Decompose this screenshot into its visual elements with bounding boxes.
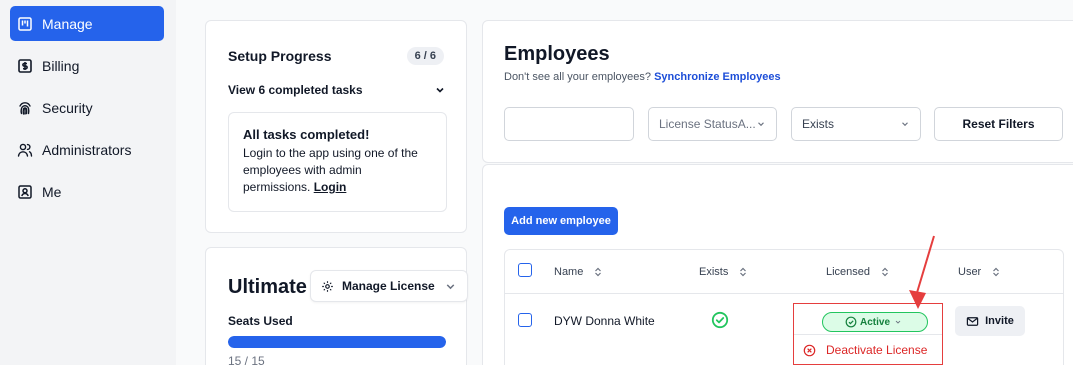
- setup-progress-title: Setup Progress: [228, 48, 332, 64]
- exists-filter[interactable]: Exists: [791, 107, 921, 141]
- gear-icon: [322, 280, 333, 292]
- annotation-highlight-box: [793, 303, 943, 365]
- table-divider: [505, 293, 1063, 294]
- select-all-checkbox[interactable]: [518, 263, 532, 277]
- employees-table-card: Add new employee Name Exists Licensed Us…: [482, 164, 1073, 365]
- license-status-filter[interactable]: License StatusA...: [648, 107, 777, 141]
- exists-filter-value: Exists: [802, 117, 835, 131]
- sidebar-item-manage[interactable]: Manage: [10, 6, 164, 41]
- row-select-checkbox[interactable]: [518, 313, 532, 327]
- chevron-down-icon: [758, 122, 764, 127]
- sidebar-item-label: Administrators: [42, 141, 132, 158]
- chevron-down-icon: [446, 283, 455, 289]
- fingerprint-icon: [16, 99, 34, 117]
- login-link[interactable]: Login: [314, 180, 347, 194]
- column-header-label: Name: [554, 265, 584, 278]
- employees-header-card: Employees Don't see all your employees? …: [482, 20, 1073, 163]
- sort-icon: [993, 267, 1000, 276]
- license-card: Ultimate Manage License Seats Used 15 / …: [205, 247, 468, 365]
- manage-license-label: Manage License: [342, 279, 435, 293]
- id-badge-icon: [16, 183, 34, 201]
- sidebar: Manage Billing Security Administrators M…: [0, 0, 176, 365]
- sort-icon: [882, 267, 888, 276]
- sidebar-item-label: Billing: [42, 57, 80, 74]
- employees-title: Employees: [504, 43, 610, 65]
- sidebar-item-security[interactable]: Security: [10, 90, 164, 125]
- seats-used-label: Seats Used: [228, 314, 293, 328]
- board-icon: [16, 15, 34, 33]
- employees-table: Name Exists Licensed User DYW Donna Whit…: [504, 249, 1064, 365]
- sidebar-item-me[interactable]: Me: [10, 174, 164, 209]
- setup-progress-badge: 6 / 6: [406, 47, 444, 65]
- invite-label: Invite: [985, 315, 1014, 327]
- view-completed-tasks-label: View 6 completed tasks: [228, 83, 363, 97]
- chevron-down-icon: [436, 87, 444, 93]
- seats-progress-bar: [228, 336, 446, 348]
- chevron-down-icon: [902, 122, 908, 127]
- column-header-label: Exists: [699, 265, 729, 278]
- setup-progress-card: Setup Progress 6 / 6 View 6 completed ta…: [205, 20, 467, 233]
- mail-icon: [966, 316, 979, 326]
- sidebar-item-label: Me: [42, 183, 62, 200]
- manage-license-button[interactable]: Manage License: [310, 270, 468, 302]
- employees-subtitle-text: Don't see all your employees?: [504, 71, 652, 83]
- seats-progress-fill: [228, 336, 446, 348]
- license-status-filter-value: License StatusA...: [659, 117, 756, 131]
- synchronize-employees-link[interactable]: Synchronize Employees: [654, 71, 781, 83]
- view-completed-tasks-toggle[interactable]: View 6 completed tasks: [228, 83, 446, 97]
- sort-icon: [595, 267, 602, 276]
- column-header-exists[interactable]: Exists: [699, 250, 748, 293]
- sort-icon: [740, 267, 747, 276]
- add-new-employee-button[interactable]: Add new employee: [504, 207, 618, 235]
- seats-count: 15 / 15: [228, 354, 265, 365]
- sidebar-item-administrators[interactable]: Administrators: [10, 132, 164, 167]
- sidebar-item-billing[interactable]: Billing: [10, 48, 164, 83]
- column-header-name[interactable]: Name: [554, 250, 603, 293]
- reset-filters-button[interactable]: Reset Filters: [934, 107, 1063, 141]
- column-header-label: Licensed: [826, 265, 871, 278]
- check-circle-icon: [711, 311, 729, 329]
- users-icon: [16, 141, 34, 159]
- tasks-completed-title: All tasks completed!: [243, 127, 370, 142]
- column-header-user[interactable]: User: [958, 250, 1001, 293]
- employee-search-input[interactable]: [504, 107, 634, 141]
- sidebar-item-label: Security: [42, 99, 93, 116]
- plan-title: Ultimate: [228, 276, 307, 298]
- sidebar-item-label: Manage: [42, 15, 93, 32]
- tasks-completed-text: Login to the app using one of the employ…: [243, 145, 432, 196]
- column-header-licensed[interactable]: Licensed: [826, 250, 890, 293]
- column-header-label: User: [958, 265, 982, 278]
- dollar-icon: [16, 57, 34, 75]
- tasks-completed-panel: All tasks completed! Login to the app us…: [228, 112, 447, 212]
- exists-status: [711, 311, 729, 329]
- employees-subtitle: Don't see all your employees? Synchroniz…: [504, 71, 781, 83]
- employee-name: DYW Donna White: [554, 314, 655, 328]
- invite-button[interactable]: Invite: [955, 306, 1025, 336]
